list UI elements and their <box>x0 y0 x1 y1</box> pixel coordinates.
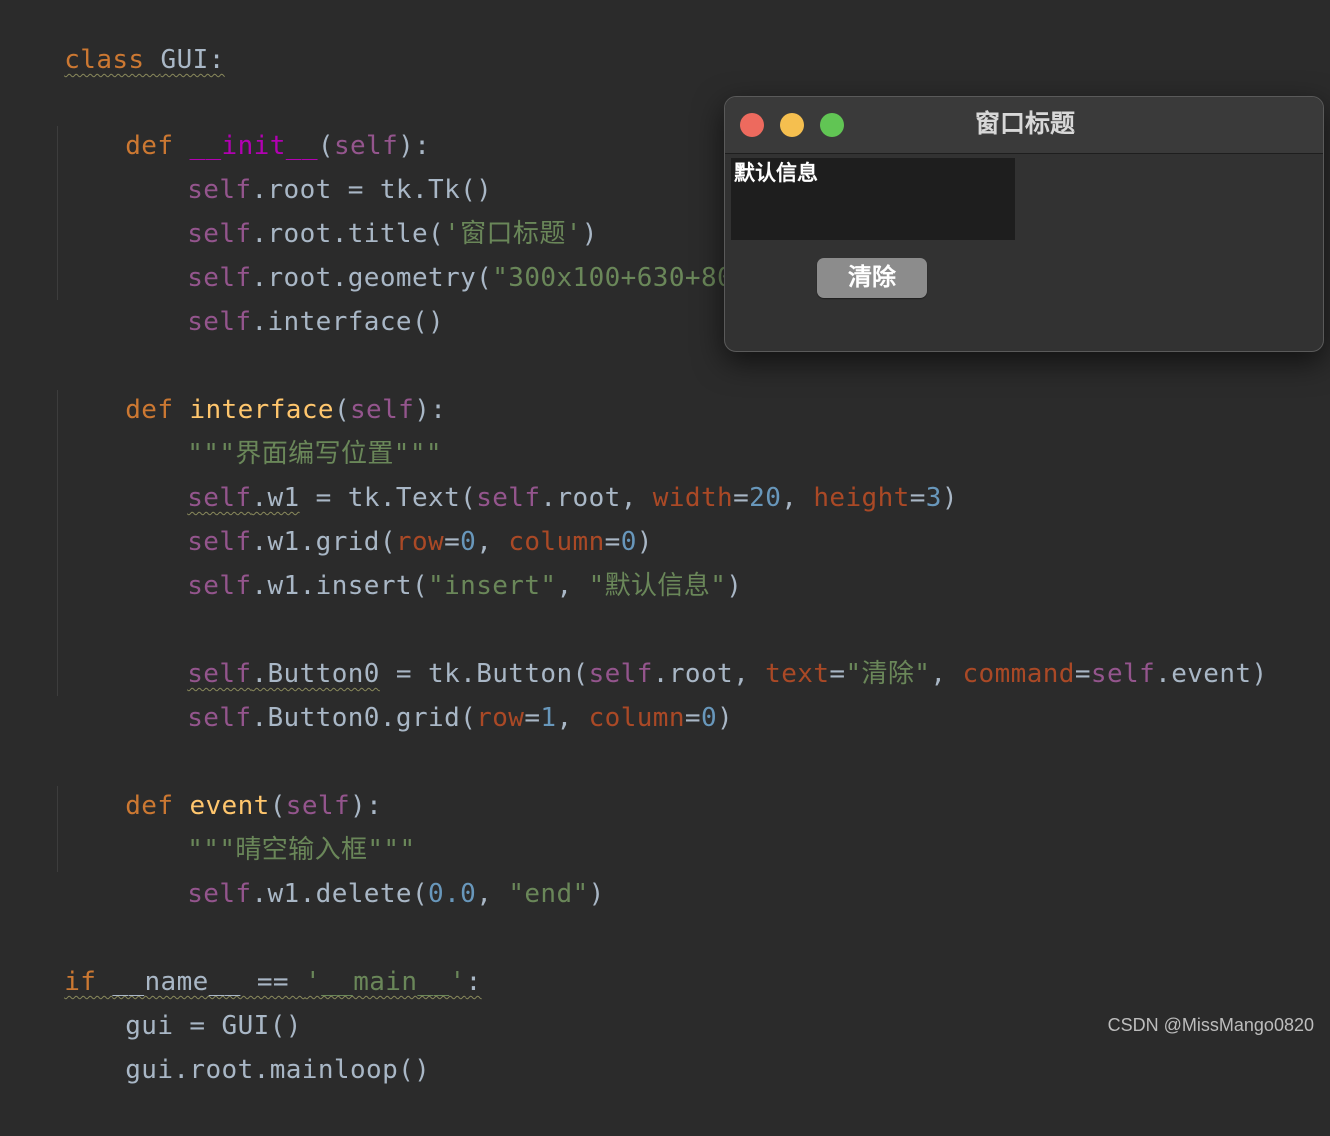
tk-window[interactable]: 窗口标题 默认信息 清除 <box>724 96 1324 352</box>
code-token: text <box>765 659 830 689</box>
indent-guide <box>57 126 58 300</box>
code-line[interactable]: gui.root.mainloop() <box>61 1004 430 1085</box>
code-line[interactable]: gui = GUI() <box>61 960 302 1041</box>
clear-button[interactable]: 清除 <box>817 258 927 298</box>
code-token: ) <box>588 879 605 909</box>
code-token: = <box>524 703 541 733</box>
indent-guide <box>57 390 58 696</box>
code-token: "insert" <box>428 571 557 601</box>
code-line[interactable]: self.root.geometry("300x100+630+80") <box>123 212 765 293</box>
code-token: 0 <box>700 703 718 733</box>
code-token: row <box>476 703 525 733</box>
code-token: 0.0 <box>428 879 477 909</box>
code-line[interactable]: class GUI: <box>0 0 225 75</box>
code-token: GUI: <box>160 45 225 75</box>
code-token: .w1.insert( <box>251 571 429 601</box>
code-token: class <box>64 45 161 75</box>
code-token: 20 <box>749 483 782 513</box>
code-token: , <box>556 571 589 601</box>
code-line[interactable]: self.w1.insert("insert", "默认信息") <box>123 520 742 601</box>
code-token: = <box>684 703 701 733</box>
code-token: '__main__' <box>305 967 466 997</box>
code-token: self <box>187 703 252 733</box>
code-token: "默认信息" <box>588 571 727 601</box>
code-token: gui.root.mainloop() <box>125 1055 431 1085</box>
window-title: 窗口标题 <box>974 109 1075 138</box>
code-line[interactable]: self.root.title('窗口标题') <box>123 168 598 249</box>
code-line[interactable]: """晴空输入框""" <box>123 784 416 865</box>
code-token: .interface() <box>251 307 445 337</box>
code-token: self <box>187 307 252 337</box>
code-line[interactable]: if __name__ == '__main__': <box>0 916 482 997</box>
code-token: , <box>781 483 814 513</box>
code-token: , <box>930 659 963 689</box>
code-token: ) <box>717 703 734 733</box>
code-line[interactable]: self.interface() <box>123 256 444 337</box>
indent-guide <box>57 786 58 872</box>
code-line[interactable]: """界面编写位置""" <box>123 388 442 469</box>
code-token: command <box>962 659 1075 689</box>
code-token: = <box>733 483 750 513</box>
text-input[interactable]: 默认信息 <box>731 158 1015 240</box>
code-token: , <box>556 703 589 733</box>
code-token: 1 <box>540 703 557 733</box>
code-token: = <box>909 483 926 513</box>
code-line[interactable]: self.w1.grid(row=0, column=0) <box>123 476 653 557</box>
code-token: = <box>829 659 846 689</box>
code-token: .w1.delete( <box>251 879 429 909</box>
window-titlebar[interactable]: 窗口标题 <box>725 97 1323 154</box>
code-token: ) <box>941 483 958 513</box>
code-line[interactable]: self.root = tk.Tk() <box>123 124 492 205</box>
code-token: width <box>652 483 734 513</box>
code-line[interactable]: def event(self): <box>61 740 382 821</box>
code-token: = <box>1074 659 1091 689</box>
watermark: CSDN @MissMango0820 <box>1107 1015 1314 1035</box>
code-token: "end" <box>508 879 589 909</box>
code-line[interactable]: self.w1.delete(0.0, "end") <box>123 828 605 909</box>
code-token: "清除" <box>845 659 931 689</box>
code-token: .event) <box>1155 659 1268 689</box>
code-token: : <box>465 967 482 997</box>
code-line[interactable]: self.w1 = tk.Text(self.root, width=20, h… <box>123 432 958 513</box>
code-line[interactable]: self.Button0.grid(row=1, column=0) <box>123 652 733 733</box>
code-token: .Button0.grid( <box>251 703 477 733</box>
code-line[interactable]: def __init__(self): <box>61 80 430 161</box>
code-token: height <box>813 483 910 513</box>
code-line[interactable]: self.Button0 = tk.Button(self.root, text… <box>123 608 1268 689</box>
code-token: self <box>1090 659 1156 689</box>
code-token: self <box>187 879 252 909</box>
code-token: column <box>588 703 685 733</box>
code-token: self <box>187 571 252 601</box>
code-token: "300x100+630+80" <box>492 263 750 293</box>
code-line[interactable]: def interface(self): <box>61 344 446 425</box>
code-token: ) <box>726 571 743 601</box>
code-token: , <box>476 879 509 909</box>
code-token: 3 <box>925 483 942 513</box>
